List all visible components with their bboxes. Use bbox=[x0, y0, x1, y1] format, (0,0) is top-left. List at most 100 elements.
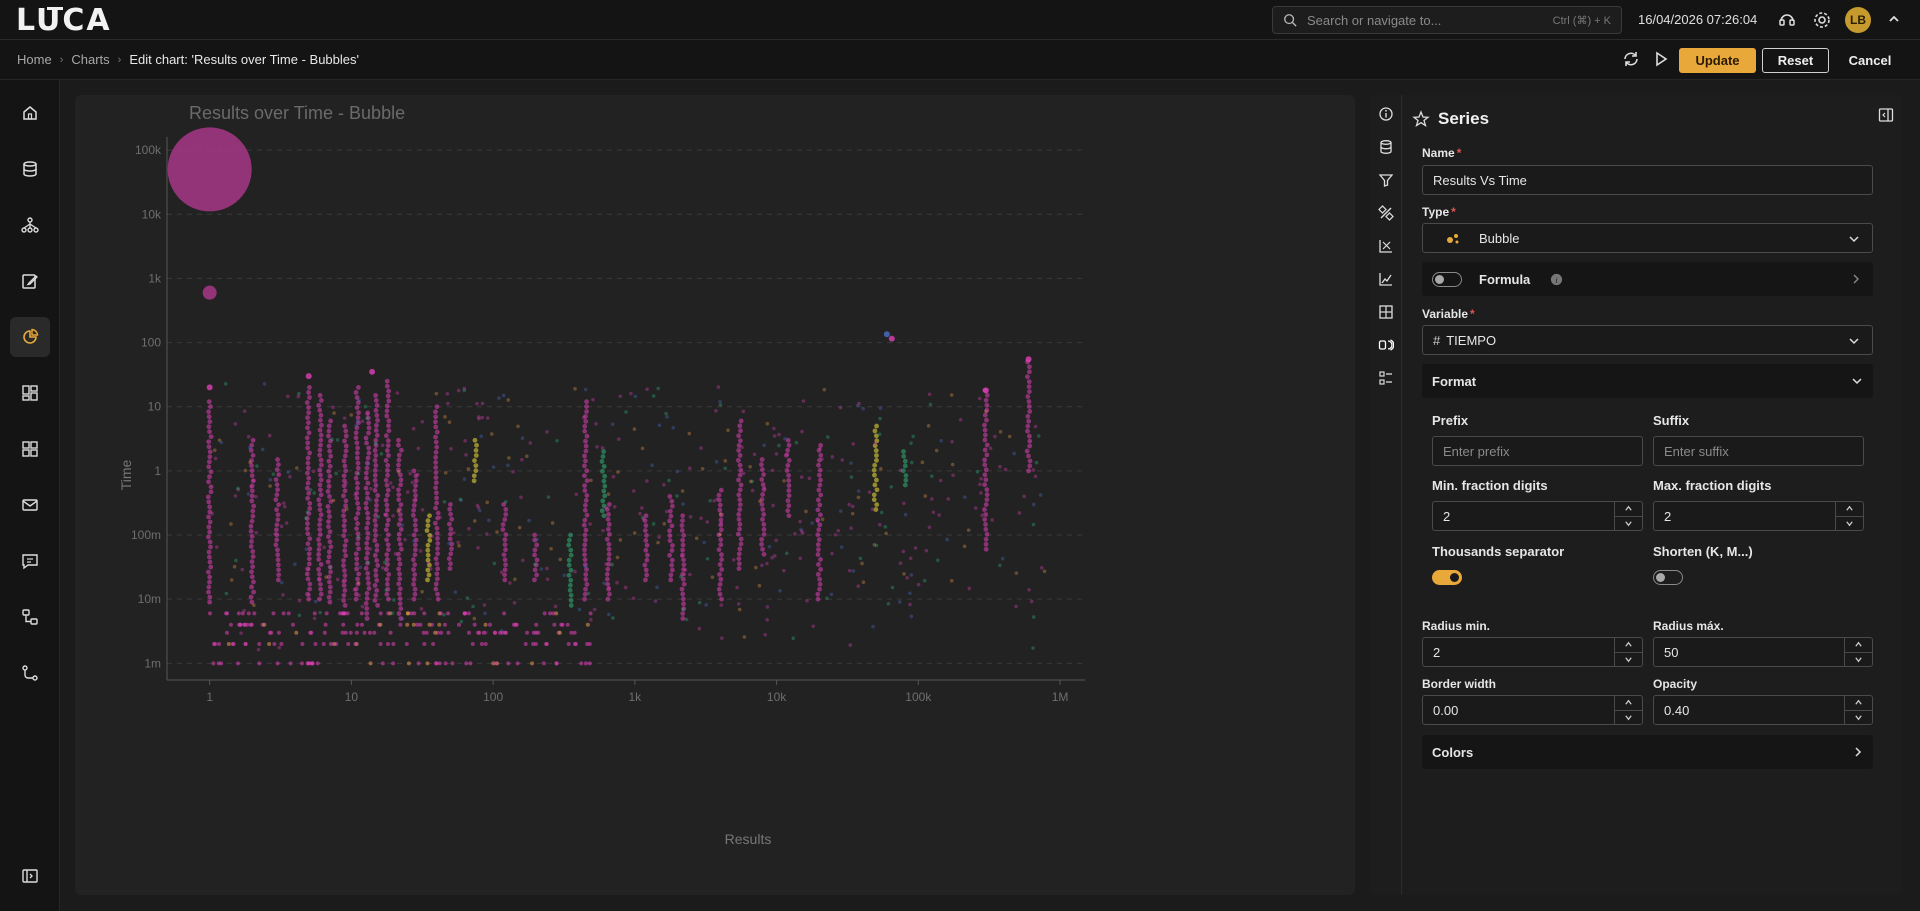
nav-flows[interactable] bbox=[10, 597, 50, 637]
data-point bbox=[432, 520, 438, 526]
chevron-up-icon[interactable] bbox=[1854, 698, 1863, 707]
tab-y-axis[interactable] bbox=[1376, 269, 1396, 289]
data-point bbox=[983, 477, 989, 483]
data-point bbox=[310, 661, 315, 666]
max-fraction-stepper[interactable]: 2 bbox=[1653, 501, 1864, 531]
tab-x-axis[interactable] bbox=[1376, 236, 1396, 256]
tab-design[interactable] bbox=[1376, 203, 1396, 223]
support-icon[interactable] bbox=[1777, 10, 1797, 30]
shorten-toggle[interactable] bbox=[1653, 570, 1683, 585]
data-point bbox=[483, 611, 487, 616]
data-point bbox=[471, 478, 477, 484]
star-icon[interactable] bbox=[1412, 110, 1430, 128]
stepper-controls[interactable] bbox=[1614, 502, 1642, 530]
data-point bbox=[308, 488, 313, 492]
chevron-down-icon[interactable] bbox=[1854, 713, 1863, 722]
nav-charts[interactable] bbox=[10, 317, 50, 357]
stepper-controls[interactable] bbox=[1614, 638, 1642, 666]
data-point bbox=[584, 581, 590, 587]
border-width-stepper[interactable]: 0.00 bbox=[1422, 695, 1643, 725]
play-icon[interactable] bbox=[1652, 50, 1670, 68]
stepper-controls[interactable] bbox=[1844, 696, 1872, 724]
nav-edit[interactable] bbox=[10, 261, 50, 301]
data-point bbox=[363, 470, 369, 476]
data-point bbox=[462, 386, 467, 391]
data-point bbox=[364, 616, 370, 621]
bubble-chart[interactable]: Results over Time - Bubble 100k10k1k1001… bbox=[75, 95, 1355, 895]
properties-tabs bbox=[1370, 95, 1402, 895]
chevron-down-icon[interactable] bbox=[1845, 519, 1854, 528]
nav-database[interactable] bbox=[10, 149, 50, 189]
format-section-header[interactable]: Format bbox=[1422, 364, 1873, 398]
avatar[interactable]: LB bbox=[1845, 7, 1871, 33]
data-point bbox=[341, 493, 346, 499]
name-input[interactable]: Results Vs Time bbox=[1422, 165, 1873, 195]
panel-collapse-icon[interactable] bbox=[1878, 107, 1894, 123]
chevron-down-icon[interactable] bbox=[1624, 519, 1633, 528]
nav-routes[interactable] bbox=[10, 653, 50, 693]
chevron-down-icon[interactable] bbox=[1624, 655, 1633, 664]
chevron-up-icon[interactable] bbox=[1624, 698, 1633, 707]
tab-filter[interactable] bbox=[1376, 170, 1396, 190]
tab-info[interactable] bbox=[1376, 104, 1396, 124]
data-point bbox=[316, 552, 322, 557]
min-fraction-stepper[interactable]: 2 bbox=[1432, 501, 1643, 531]
update-button[interactable]: Update bbox=[1679, 48, 1756, 73]
breadcrumb-charts[interactable]: Charts bbox=[71, 52, 109, 67]
search-input[interactable]: Search or navigate to... Ctrl (⌘) + K bbox=[1272, 6, 1622, 34]
chevron-down-icon[interactable] bbox=[1854, 655, 1863, 664]
refresh-icon[interactable] bbox=[1622, 50, 1640, 68]
data-point bbox=[949, 578, 954, 583]
nav-home[interactable] bbox=[10, 93, 50, 133]
data-point bbox=[256, 647, 261, 652]
tab-data[interactable] bbox=[1376, 137, 1396, 157]
stepper-controls[interactable] bbox=[1844, 638, 1872, 666]
data-point bbox=[982, 507, 987, 512]
chevron-up-icon[interactable] bbox=[1845, 504, 1854, 513]
data-point bbox=[982, 457, 988, 463]
luca-logo[interactable]: LUCA bbox=[16, 3, 112, 38]
tab-list[interactable] bbox=[1376, 368, 1396, 388]
formula-row[interactable]: Formula i bbox=[1422, 262, 1873, 296]
data-point bbox=[316, 542, 322, 547]
info-icon[interactable]: i bbox=[1550, 273, 1563, 286]
data-point bbox=[446, 521, 452, 527]
variable-select[interactable]: # TIEMPO bbox=[1422, 325, 1873, 355]
chevron-up-icon[interactable] bbox=[1624, 640, 1633, 649]
nav-messages[interactable] bbox=[10, 541, 50, 581]
data-point bbox=[252, 611, 257, 616]
opacity-stepper[interactable]: 0.40 bbox=[1653, 695, 1873, 725]
suffix-input[interactable]: Enter suffix bbox=[1653, 436, 1864, 466]
nav-network[interactable] bbox=[10, 205, 50, 245]
gear-icon[interactable] bbox=[1812, 10, 1832, 30]
chevron-up-icon[interactable] bbox=[1854, 640, 1863, 649]
nav-apps[interactable] bbox=[10, 429, 50, 469]
stepper-controls[interactable] bbox=[1835, 502, 1863, 530]
nav-expand[interactable] bbox=[10, 856, 50, 896]
cancel-button[interactable]: Cancel bbox=[1840, 48, 1900, 73]
data-point bbox=[546, 495, 551, 499]
data-point bbox=[342, 603, 348, 608]
type-select[interactable]: Bubble bbox=[1422, 223, 1873, 253]
stepper-controls[interactable] bbox=[1614, 696, 1642, 724]
thousands-separator-toggle[interactable] bbox=[1432, 570, 1462, 585]
nav-dashboards[interactable] bbox=[10, 373, 50, 413]
nav-mail[interactable] bbox=[10, 485, 50, 525]
formula-toggle[interactable] bbox=[1432, 272, 1462, 287]
radius-max-stepper[interactable]: 50 bbox=[1653, 637, 1873, 667]
breadcrumb-home[interactable]: Home bbox=[17, 52, 52, 67]
data-point bbox=[623, 585, 628, 590]
data-point bbox=[366, 450, 372, 456]
chevron-up-icon[interactable] bbox=[1886, 11, 1902, 27]
colors-section-header[interactable]: Colors bbox=[1422, 735, 1873, 769]
chevron-down-icon[interactable] bbox=[1624, 713, 1633, 722]
prefix-input[interactable]: Enter prefix bbox=[1432, 436, 1643, 466]
reset-button[interactable]: Reset bbox=[1762, 48, 1829, 73]
data-point bbox=[902, 572, 906, 576]
radius-min-stepper[interactable]: 2 bbox=[1422, 637, 1643, 667]
chevron-up-icon[interactable] bbox=[1624, 504, 1633, 513]
tab-series[interactable] bbox=[1370, 331, 1400, 359]
data-point bbox=[871, 624, 875, 629]
data-point bbox=[765, 421, 770, 426]
tab-layout[interactable] bbox=[1376, 302, 1396, 322]
